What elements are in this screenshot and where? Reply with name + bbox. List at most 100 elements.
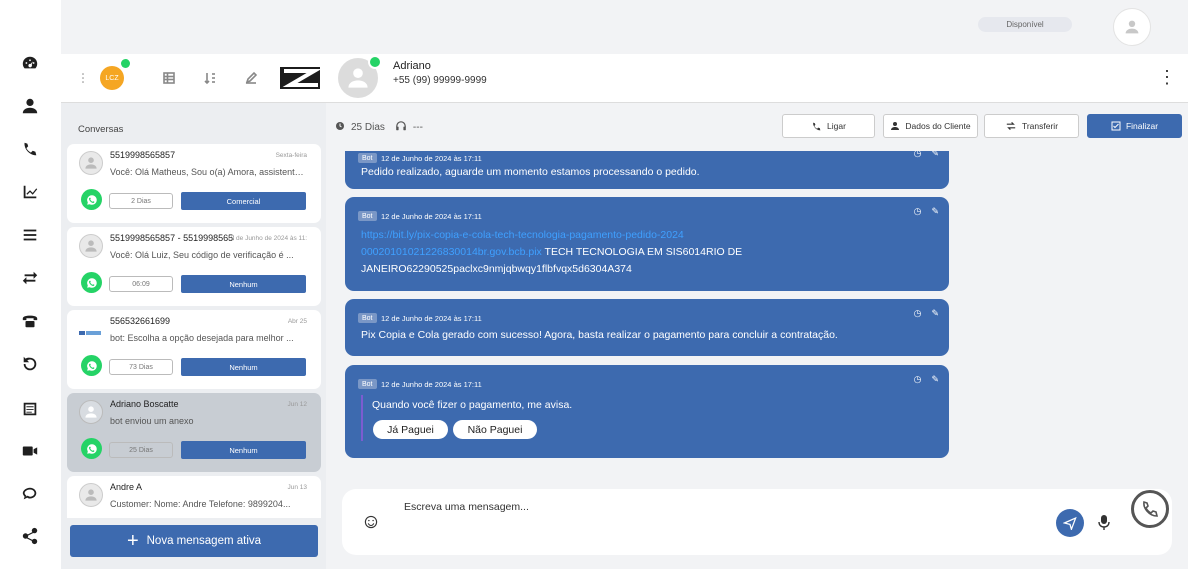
edit-icon[interactable]: ✎ xyxy=(931,151,939,159)
reply-icon[interactable]: ◷ xyxy=(914,308,922,319)
edit-icon[interactable] xyxy=(242,69,260,87)
reply-icon[interactable]: ◷ xyxy=(914,206,922,217)
contact-phone: +55 (99) 99999-9999 xyxy=(393,75,487,86)
video-icon[interactable] xyxy=(14,436,46,466)
department-tag[interactable]: Nenhum xyxy=(181,358,306,376)
dashboard-icon[interactable] xyxy=(14,48,46,78)
message-input[interactable] xyxy=(404,501,1044,513)
message-actions: ◷ ✎ xyxy=(914,206,939,217)
conversation-preview: bot enviou um anexo xyxy=(110,416,194,426)
pix-text: TECH TECNOLOGIA EM SIS6014RIO DE xyxy=(544,246,743,258)
contact-avatar xyxy=(79,234,103,258)
conversation-card[interactable]: Andre A Jun 13 Customer: Nome: Andre Tel… xyxy=(67,476,321,518)
side-rail xyxy=(0,0,61,569)
edit-icon[interactable]: ✎ xyxy=(931,206,939,217)
new-active-message-button[interactable]: + Nova mensagem ativa xyxy=(70,525,318,557)
microphone-icon[interactable] xyxy=(1096,513,1112,531)
transfer-label: Transferir xyxy=(1021,121,1059,131)
conversation-card[interactable]: 556532661699 Abr 25 bot: Escolha a opção… xyxy=(67,310,321,389)
department-tag[interactable]: Comercial xyxy=(181,192,306,210)
headset-icon xyxy=(395,120,407,135)
pix-link[interactable]: 00020101021226830014br.gov.bcb.pix xyxy=(361,246,542,258)
conversation-date: Sexta-feira xyxy=(275,152,307,159)
more-options-icon[interactable]: ⋮ xyxy=(1158,68,1176,86)
chat-icon[interactable] xyxy=(14,479,46,509)
call-label: Ligar xyxy=(827,121,846,131)
avatar[interactable] xyxy=(1113,8,1151,46)
finish-label: Finalizar xyxy=(1125,121,1159,131)
transfer-button[interactable]: Transferir xyxy=(984,114,1079,138)
message-text: Pix Copia e Cola gerado com sucesso! Ago… xyxy=(361,329,838,341)
share-icon[interactable] xyxy=(14,521,46,551)
message-date: 12 de Junho de 2024 às 17:11 xyxy=(381,314,482,323)
client-data-label: Dados do Cliente xyxy=(905,121,971,131)
bot-badge: Bot xyxy=(358,153,377,163)
phone-icon[interactable] xyxy=(14,134,46,164)
whatsapp-icon xyxy=(81,272,102,293)
conversations-toolbar: LCZ xyxy=(61,54,326,103)
paid-button[interactable]: Já Paguei xyxy=(373,420,448,439)
call-button[interactable]: Ligar xyxy=(782,114,875,138)
message-date: 12 de Junho de 2024 às 17:11 xyxy=(381,380,482,389)
chart-icon[interactable] xyxy=(14,177,46,207)
conversation-preview: bot: Escolha a opção desejada para melho… xyxy=(110,333,294,343)
user-icon[interactable] xyxy=(14,91,46,121)
conversation-date: Jun 13 xyxy=(287,484,307,491)
brand-logo xyxy=(280,67,322,89)
menu-icon[interactable] xyxy=(14,220,46,250)
conversation-date: Abr 25 xyxy=(287,318,307,325)
repeat-icon[interactable] xyxy=(14,263,46,293)
report-icon[interactable] xyxy=(14,394,46,424)
contact-name: Adriano Boscatte xyxy=(110,399,179,409)
message-date: 12 de Junho de 2024 às 17:11 xyxy=(381,212,482,221)
reply-icon[interactable]: ◷ xyxy=(914,151,922,159)
status-badge[interactable]: Disponível xyxy=(978,17,1072,32)
top-bar: Disponível xyxy=(61,0,1188,54)
conversation-card[interactable]: 5519998565857 Sexta-feira Você: Olá Math… xyxy=(67,144,321,223)
client-data-button[interactable]: Dados do Cliente xyxy=(883,114,978,138)
company-logo xyxy=(79,324,101,335)
online-indicator xyxy=(121,59,130,68)
assigned-agent: --- xyxy=(412,122,423,133)
bot-badge: Bot xyxy=(358,313,377,323)
conversations-title: Conversas xyxy=(78,124,124,135)
conversation-card[interactable]: 5519998565857 - 5519998565857 12 de Junh… xyxy=(67,227,321,306)
message-date: 12 de Junho de 2024 às 17:11 xyxy=(381,154,482,163)
contact-name: 556532661699 xyxy=(110,316,171,326)
telephone-icon[interactable] xyxy=(14,306,46,336)
conversation-preview: Você: Olá Matheus, Sou o(a) Amora, assis… xyxy=(110,167,306,177)
drag-handle-icon[interactable] xyxy=(74,69,92,87)
message-bubble: Bot 12 de Junho de 2024 às 17:11 ◷ ✎ Qua… xyxy=(345,365,949,458)
conversation-card-active[interactable]: Adriano Boscatte Jun 12 bot enviou um an… xyxy=(67,393,321,472)
edit-icon[interactable]: ✎ xyxy=(931,308,939,319)
agent-avatar[interactable]: LCZ xyxy=(100,66,124,90)
reply-icon[interactable]: ◷ xyxy=(914,374,922,385)
pix-link[interactable]: https://bit.ly/pix-copia-e-cola-tech-tec… xyxy=(361,229,684,241)
department-tag[interactable]: Nenhum xyxy=(181,441,306,459)
contact-name: Andre A xyxy=(110,482,143,492)
emoji-icon[interactable] xyxy=(364,515,378,529)
message-actions: ◷ ✎ xyxy=(914,151,939,159)
message-text: 00020101021226830014br.gov.bcb.pix TECH … xyxy=(361,244,941,261)
sort-icon[interactable] xyxy=(201,69,219,87)
message-bubble: Bot 12 de Junho de 2024 às 17:11 ◷ ✎ htt… xyxy=(345,197,949,291)
contact-name: 5519998565857 - 5519998565857 xyxy=(110,233,234,243)
department-tag[interactable]: Nenhum xyxy=(181,275,306,293)
time-badge: 2 Dias xyxy=(109,193,173,209)
softphone-button[interactable] xyxy=(1131,490,1169,528)
table-icon[interactable] xyxy=(160,69,178,87)
send-button[interactable] xyxy=(1056,509,1084,537)
contact-name: 5519998565857 xyxy=(110,150,176,160)
finish-button[interactable]: Finalizar xyxy=(1087,114,1182,138)
conversation-date: Jun 12 xyxy=(287,401,307,408)
message-link[interactable]: https://bit.ly/pix-copia-e-cola-tech-tec… xyxy=(361,227,941,244)
message-actions: ◷ ✎ xyxy=(914,374,939,385)
not-paid-button[interactable]: Não Paguei xyxy=(453,420,537,439)
message-actions: ◷ ✎ xyxy=(914,308,939,319)
conversation-preview: Customer: Nome: Andre Telefone: 9899204.… xyxy=(110,499,291,509)
edit-icon[interactable]: ✎ xyxy=(931,374,939,385)
undo-icon[interactable] xyxy=(14,349,46,379)
plus-icon: + xyxy=(126,530,139,552)
whatsapp-icon xyxy=(368,55,382,69)
whatsapp-icon xyxy=(81,438,102,459)
